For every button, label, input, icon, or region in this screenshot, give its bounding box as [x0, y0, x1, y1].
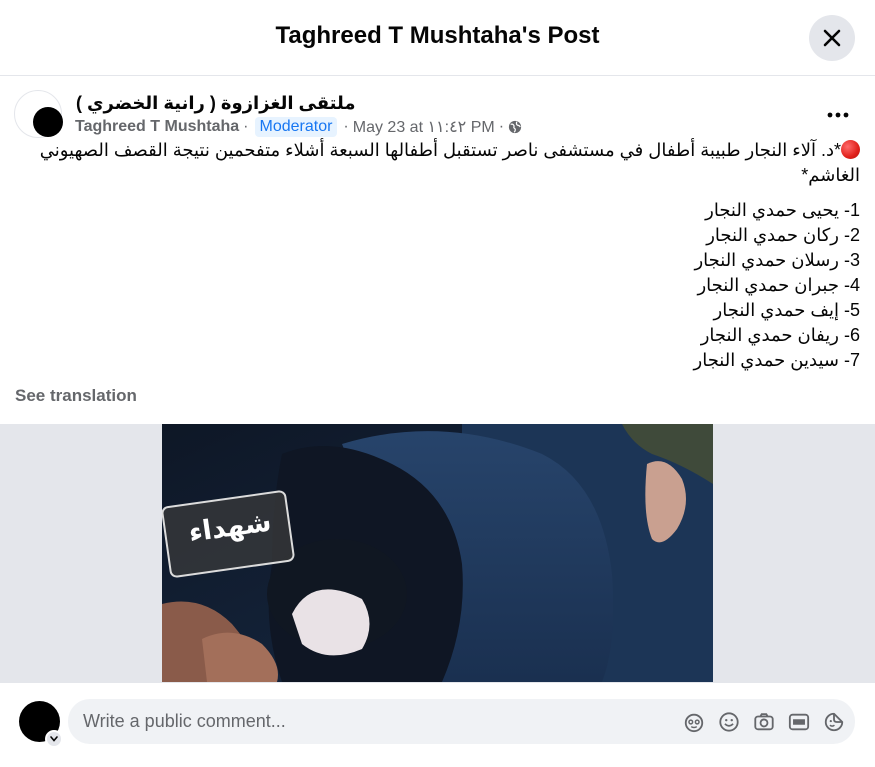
list-item: 7- سيدين حمدي النجار: [693, 350, 860, 370]
author-name-link[interactable]: Taghreed T Mushtaha: [75, 118, 239, 136]
post-intro-text: *د. آلاء النجار طبيبة أطفال في مستشفى نا…: [39, 140, 860, 185]
more-options-button[interactable]: [826, 103, 850, 127]
comment-placeholder: Write a public comment...: [83, 711, 286, 731]
composer-icons: [682, 710, 845, 733]
emoji-button[interactable]: [717, 710, 740, 733]
list-item: 3- رسلان حمدي النجار: [694, 250, 860, 270]
post-name-list: 1- يحيى حمدي النجار 2- ركان حمدي النجار …: [14, 198, 860, 373]
post-meta: Taghreed T Mushtaha · Moderator · May 23…: [75, 117, 522, 137]
meta-separator: ·: [498, 118, 505, 135]
camera-icon: [753, 712, 774, 730]
group-name-link[interactable]: ملتقى الغزازوة ( رانية الخضري ): [76, 93, 356, 114]
group-avatar[interactable]: [14, 90, 63, 138]
photo-button[interactable]: [752, 710, 775, 733]
dialog-title: Taghreed T Mushtaha's Post: [275, 22, 600, 49]
list-item: 1- يحيى حمدي النجار: [705, 200, 860, 220]
sticker-button[interactable]: [822, 710, 845, 733]
gif-button[interactable]: [787, 710, 810, 733]
globe-icon[interactable]: [508, 120, 522, 134]
list-item: 6- ريفان حمدي النجار: [700, 325, 860, 345]
photo-scene: [162, 424, 713, 682]
post-timestamp[interactable]: May 23 at ١١:٤٢ PM: [353, 117, 495, 137]
moderator-badge[interactable]: Moderator: [254, 117, 338, 137]
avatar-menu-button[interactable]: [45, 730, 63, 748]
sticker-icon: [824, 712, 843, 731]
close-button[interactable]: [809, 15, 855, 61]
avatar-sticker-button[interactable]: [682, 710, 705, 733]
post-body: *د. آلاء النجار طبيبة أطفال في مستشفى نا…: [14, 138, 860, 188]
see-translation-link[interactable]: See translation: [15, 386, 137, 406]
post-header: ملتقى الغزازوة ( رانية الخضري ) Taghreed…: [14, 90, 860, 142]
comment-input[interactable]: Write a public comment...: [68, 699, 855, 744]
more-options-icon: [827, 112, 849, 118]
close-icon: [823, 29, 841, 47]
list-item: 2- ركان حمدي النجار: [706, 225, 860, 245]
list-item: 5- إيف حمدي النجار: [713, 300, 860, 320]
post-photo[interactable]: شهداء: [162, 424, 713, 682]
post-photo-container: شهداء: [0, 424, 875, 682]
list-item: 4- جبران حمدي النجار: [697, 275, 860, 295]
author-avatar[interactable]: [33, 107, 63, 137]
dialog-header: Taghreed T Mushtaha's Post: [0, 0, 875, 76]
meta-separator: ·: [243, 118, 249, 135]
comment-composer: Write a public comment...: [0, 682, 875, 767]
avatar-frame-icon: [684, 713, 703, 732]
gif-icon: [788, 713, 809, 730]
red-circle-emoji: [841, 140, 860, 159]
emoji-icon: [718, 711, 739, 732]
chevron-down-icon: [50, 736, 58, 742]
meta-separator: ·: [343, 118, 349, 135]
